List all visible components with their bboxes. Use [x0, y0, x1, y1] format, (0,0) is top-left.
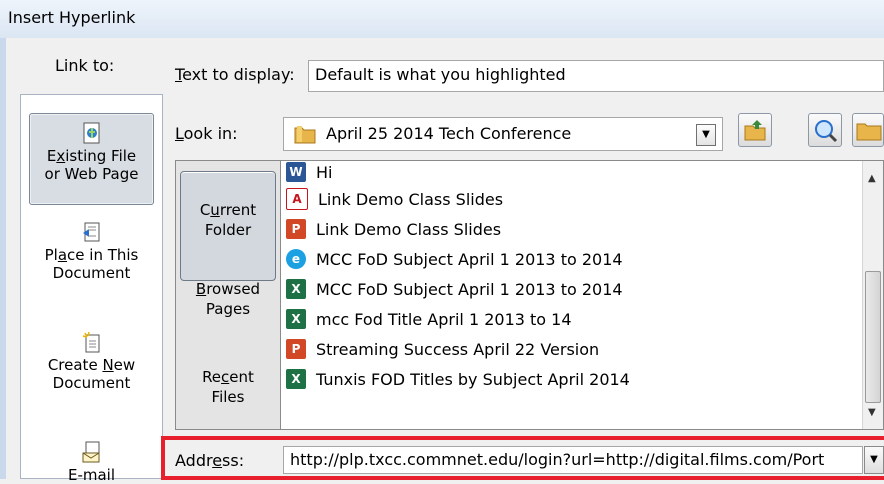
file-name: mcc Fod Title April 1 2013 to 14 — [316, 309, 572, 329]
folder-icon — [294, 126, 316, 144]
window-title: Insert Hyperlink — [8, 8, 136, 27]
file-name: Streaming Success April 22 Version — [316, 339, 600, 359]
create-line1: Create New — [47, 356, 136, 374]
globe-file-icon — [83, 122, 99, 144]
list-item[interactable]: X MCC FoD Subject April 1 2013 to 2014 — [286, 274, 856, 304]
file-name: Tunxis FOD Titles by Subject April 2014 — [316, 369, 630, 389]
folder-up-icon — [744, 120, 766, 141]
pdf-file-icon: A — [286, 188, 308, 210]
place-line2: Document — [52, 264, 131, 282]
word-file-icon: W — [286, 162, 306, 182]
link-to-existing-file[interactable]: Existing File or Web Page — [29, 113, 154, 205]
current-folder-line2: Folder — [204, 221, 252, 239]
file-name: Link Demo Class Slides — [316, 219, 502, 239]
title-bar: Insert Hyperlink — [0, 0, 884, 39]
email-icon — [82, 441, 99, 463]
file-name: MCC FoD Subject April 1 2013 to 2014 — [316, 249, 623, 269]
text-to-display-label: Text to display: — [175, 65, 295, 84]
powerpoint-file-icon: P — [286, 219, 306, 239]
file-name: MCC FoD Subject April 1 2013 to 2014 — [316, 279, 623, 299]
link-to-sidebar: Existing File or Web Page Place in This … — [20, 94, 163, 484]
list-item[interactable]: A Link Demo Class Slides — [286, 184, 856, 214]
link-to-place-in-document[interactable]: Place in This Document — [29, 221, 154, 282]
scroll-up-icon[interactable]: ▲ — [868, 173, 876, 184]
powerpoint-file-icon: P — [286, 339, 306, 359]
link-to-label: Link to: — [55, 56, 115, 75]
document-place-icon — [82, 222, 99, 242]
browse-file-button[interactable] — [852, 113, 884, 147]
recent-line2: Files — [211, 388, 245, 406]
internet-explorer-icon: e — [286, 249, 306, 269]
browse-tabs: Current Folder Browsed Pages Recent File… — [175, 160, 281, 430]
excel-file-icon: X — [286, 279, 306, 299]
link-to-create-new-document[interactable]: Create New Document — [29, 331, 154, 392]
list-item[interactable]: X mcc Fod Title April 1 2013 to 14 — [286, 304, 856, 334]
list-item[interactable]: P Streaming Success April 22 Version — [286, 334, 856, 364]
list-item[interactable]: W Hi — [286, 160, 856, 184]
email-line1: E-mail — [67, 466, 116, 484]
file-name: Link Demo Class Slides — [318, 189, 504, 209]
look-in-dropdown[interactable]: April 25 2014 Tech Conference ▼ — [283, 117, 723, 151]
existing-file-line1: Existing File — [46, 147, 137, 165]
new-document-icon — [82, 331, 99, 353]
browse-web-button[interactable] — [808, 113, 842, 147]
tab-browsed-pages[interactable]: Browsed Pages — [180, 279, 276, 319]
file-list-scrollbar[interactable]: ▲ ▼ — [862, 161, 883, 429]
chevron-down-icon[interactable]: ▼ — [696, 124, 716, 146]
excel-file-icon: X — [286, 309, 306, 329]
up-one-folder-button[interactable] — [738, 113, 772, 147]
browsed-line1: Browsed — [195, 280, 261, 298]
file-list: W Hi A Link Demo Class Slides P Link Dem… — [286, 162, 856, 394]
browse-web-icon — [815, 120, 838, 143]
create-line2: Document — [52, 374, 131, 392]
address-label: Address: — [175, 451, 245, 470]
recent-line1: Recent — [202, 368, 254, 386]
existing-file-line2: or Web Page — [44, 165, 139, 183]
look-in-label: Look in: — [175, 124, 238, 143]
scroll-down-icon[interactable]: ▼ — [868, 407, 876, 418]
address-dropdown-chevron-down-icon[interactable]: ▼ — [864, 446, 884, 474]
look-in-value: April 25 2014 Tech Conference — [326, 124, 572, 143]
address-input[interactable]: http://plp.txcc.commnet.edu/login?url=ht… — [283, 446, 863, 474]
excel-file-icon: X — [286, 369, 306, 389]
link-to-email[interactable]: E-mail — [29, 441, 154, 484]
current-folder-line1: Current — [199, 201, 257, 219]
tab-recent-files[interactable]: Recent Files — [180, 367, 276, 407]
list-item[interactable]: X Tunxis FOD Titles by Subject April 201… — [286, 364, 856, 394]
scrollbar-thumb[interactable] — [865, 271, 881, 403]
file-name: Hi — [316, 162, 333, 182]
browsed-line2: Pages — [205, 300, 251, 318]
tab-current-folder[interactable]: Current Folder — [180, 171, 276, 281]
list-item[interactable]: P Link Demo Class Slides — [286, 214, 856, 244]
place-line1: Place in This — [44, 246, 139, 264]
list-item[interactable]: e MCC FoD Subject April 1 2013 to 2014 — [286, 244, 856, 274]
folder-open-icon — [856, 123, 882, 141]
text-to-display-input[interactable]: Default is what you highlighted — [308, 60, 884, 92]
